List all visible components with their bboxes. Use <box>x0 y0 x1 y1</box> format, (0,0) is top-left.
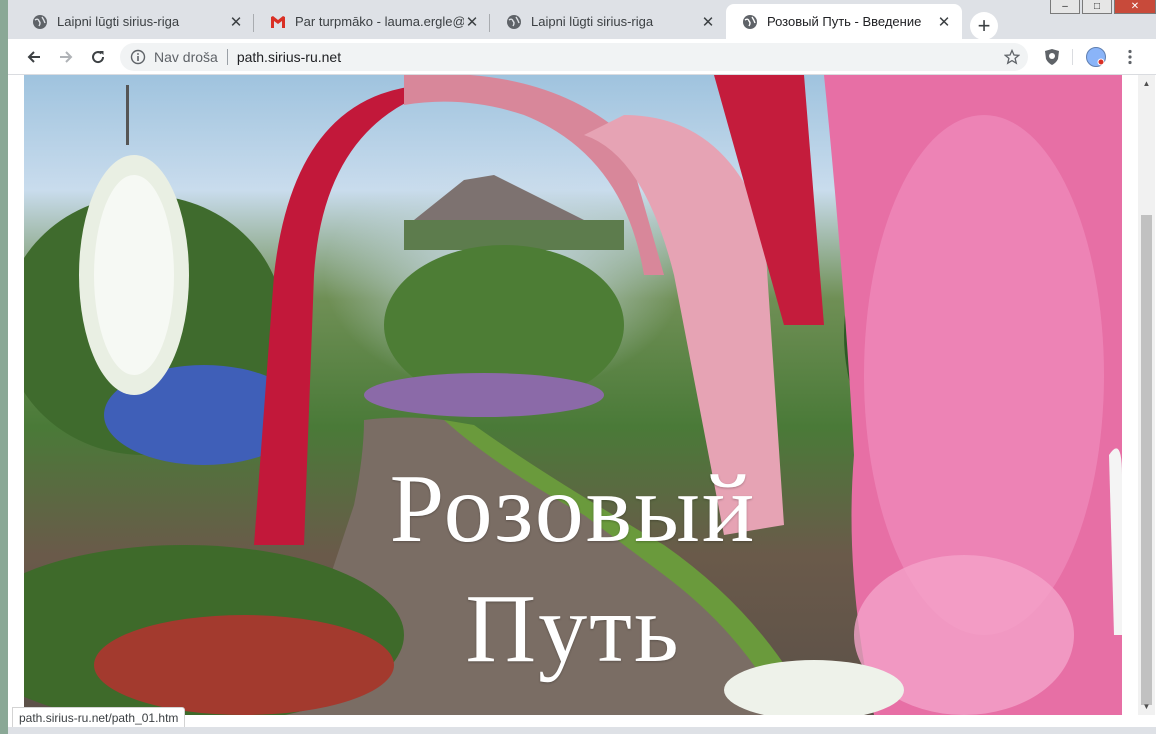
scroll-down-icon[interactable]: ▼ <box>1138 698 1155 715</box>
tab-close-icon[interactable]: ✕ <box>464 14 480 31</box>
menu-button[interactable] <box>1116 43 1144 71</box>
avatar <box>1086 47 1106 67</box>
tab-3[interactable]: Laipni lūgti sirius-riga ✕ <box>490 4 726 39</box>
tab-1[interactable]: Laipni lūgti sirius-riga ✕ <box>16 4 254 39</box>
address-bar[interactable]: Nav droša path.sirius-ru.net <box>120 43 1028 71</box>
globe-icon <box>32 14 48 30</box>
browser-window: – □ ✕ Laipni lūgti sirius-riga ✕ Par tur… <box>8 0 1156 734</box>
vertical-scrollbar[interactable]: ▲ ▼ <box>1138 75 1155 715</box>
tab-strip: Laipni lūgti sirius-riga ✕ Par turpmāko … <box>8 4 1008 40</box>
tab-title: Laipni lūgti sirius-riga <box>531 14 654 29</box>
tab-close-icon[interactable]: ✕ <box>936 14 952 31</box>
minimize-button[interactable]: – <box>1050 0 1080 14</box>
profile-button[interactable] <box>1082 43 1110 71</box>
forward-button[interactable] <box>52 43 80 71</box>
shield-extension-icon <box>1045 49 1059 65</box>
tab-title: Розовый Путь - Введение <box>767 14 922 29</box>
back-arrow-icon <box>27 51 40 63</box>
scroll-up-icon[interactable]: ▲ <box>1138 75 1155 92</box>
status-bar: path.sirius-ru.net/path_01.htm <box>12 707 186 729</box>
omnibox-divider <box>226 49 228 65</box>
new-tab-button[interactable]: + <box>970 12 998 40</box>
url-text[interactable]: path.sirius-ru.net <box>237 49 341 65</box>
globe-icon <box>742 14 758 30</box>
tab-close-icon[interactable]: ✕ <box>700 14 716 31</box>
page-title-line1: Розовый <box>389 455 757 563</box>
window-bottom-edge <box>8 727 1156 734</box>
window-controls: – □ ✕ <box>1048 0 1156 16</box>
maximize-button[interactable]: □ <box>1082 0 1112 14</box>
reload-icon <box>92 51 105 64</box>
back-button[interactable] <box>20 43 48 71</box>
page-margin <box>8 75 24 715</box>
forward-arrow-icon <box>60 51 73 63</box>
tab-title: Laipni lūgti sirius-riga <box>57 14 180 29</box>
reload-button[interactable] <box>84 43 112 71</box>
tab-4-active[interactable]: Розовый Путь - Введение ✕ <box>726 4 962 39</box>
info-icon[interactable] <box>130 49 146 65</box>
kebab-menu-icon <box>1128 49 1132 65</box>
extension-shield-button[interactable] <box>1038 43 1066 71</box>
close-window-button[interactable]: ✕ <box>1114 0 1156 14</box>
tab-close-icon[interactable]: ✕ <box>228 14 244 31</box>
gmail-icon <box>270 14 286 30</box>
toolbar-divider <box>1072 49 1073 65</box>
status-link-url: path.sirius-ru.net/path_01.htm <box>19 711 179 725</box>
security-label[interactable]: Nav droša <box>154 49 218 65</box>
scrollbar-thumb[interactable] <box>1141 215 1152 705</box>
toolbar: Nav droša path.sirius-ru.net <box>8 39 1156 75</box>
page-title-line2: Путь <box>465 575 681 683</box>
tab-2[interactable]: Par turpmāko - lauma.ergle@gm ✕ <box>254 4 490 39</box>
bookmark-star-icon[interactable] <box>1003 48 1021 65</box>
hero-image: Розовый Путь <box>24 75 1122 715</box>
page-viewport: Розовый Путь ▲ ▼ path.sirius-ru.net/path… <box>8 75 1156 734</box>
tab-title: Par turpmāko - lauma.ergle@gm <box>295 14 464 29</box>
globe-icon <box>506 14 522 30</box>
